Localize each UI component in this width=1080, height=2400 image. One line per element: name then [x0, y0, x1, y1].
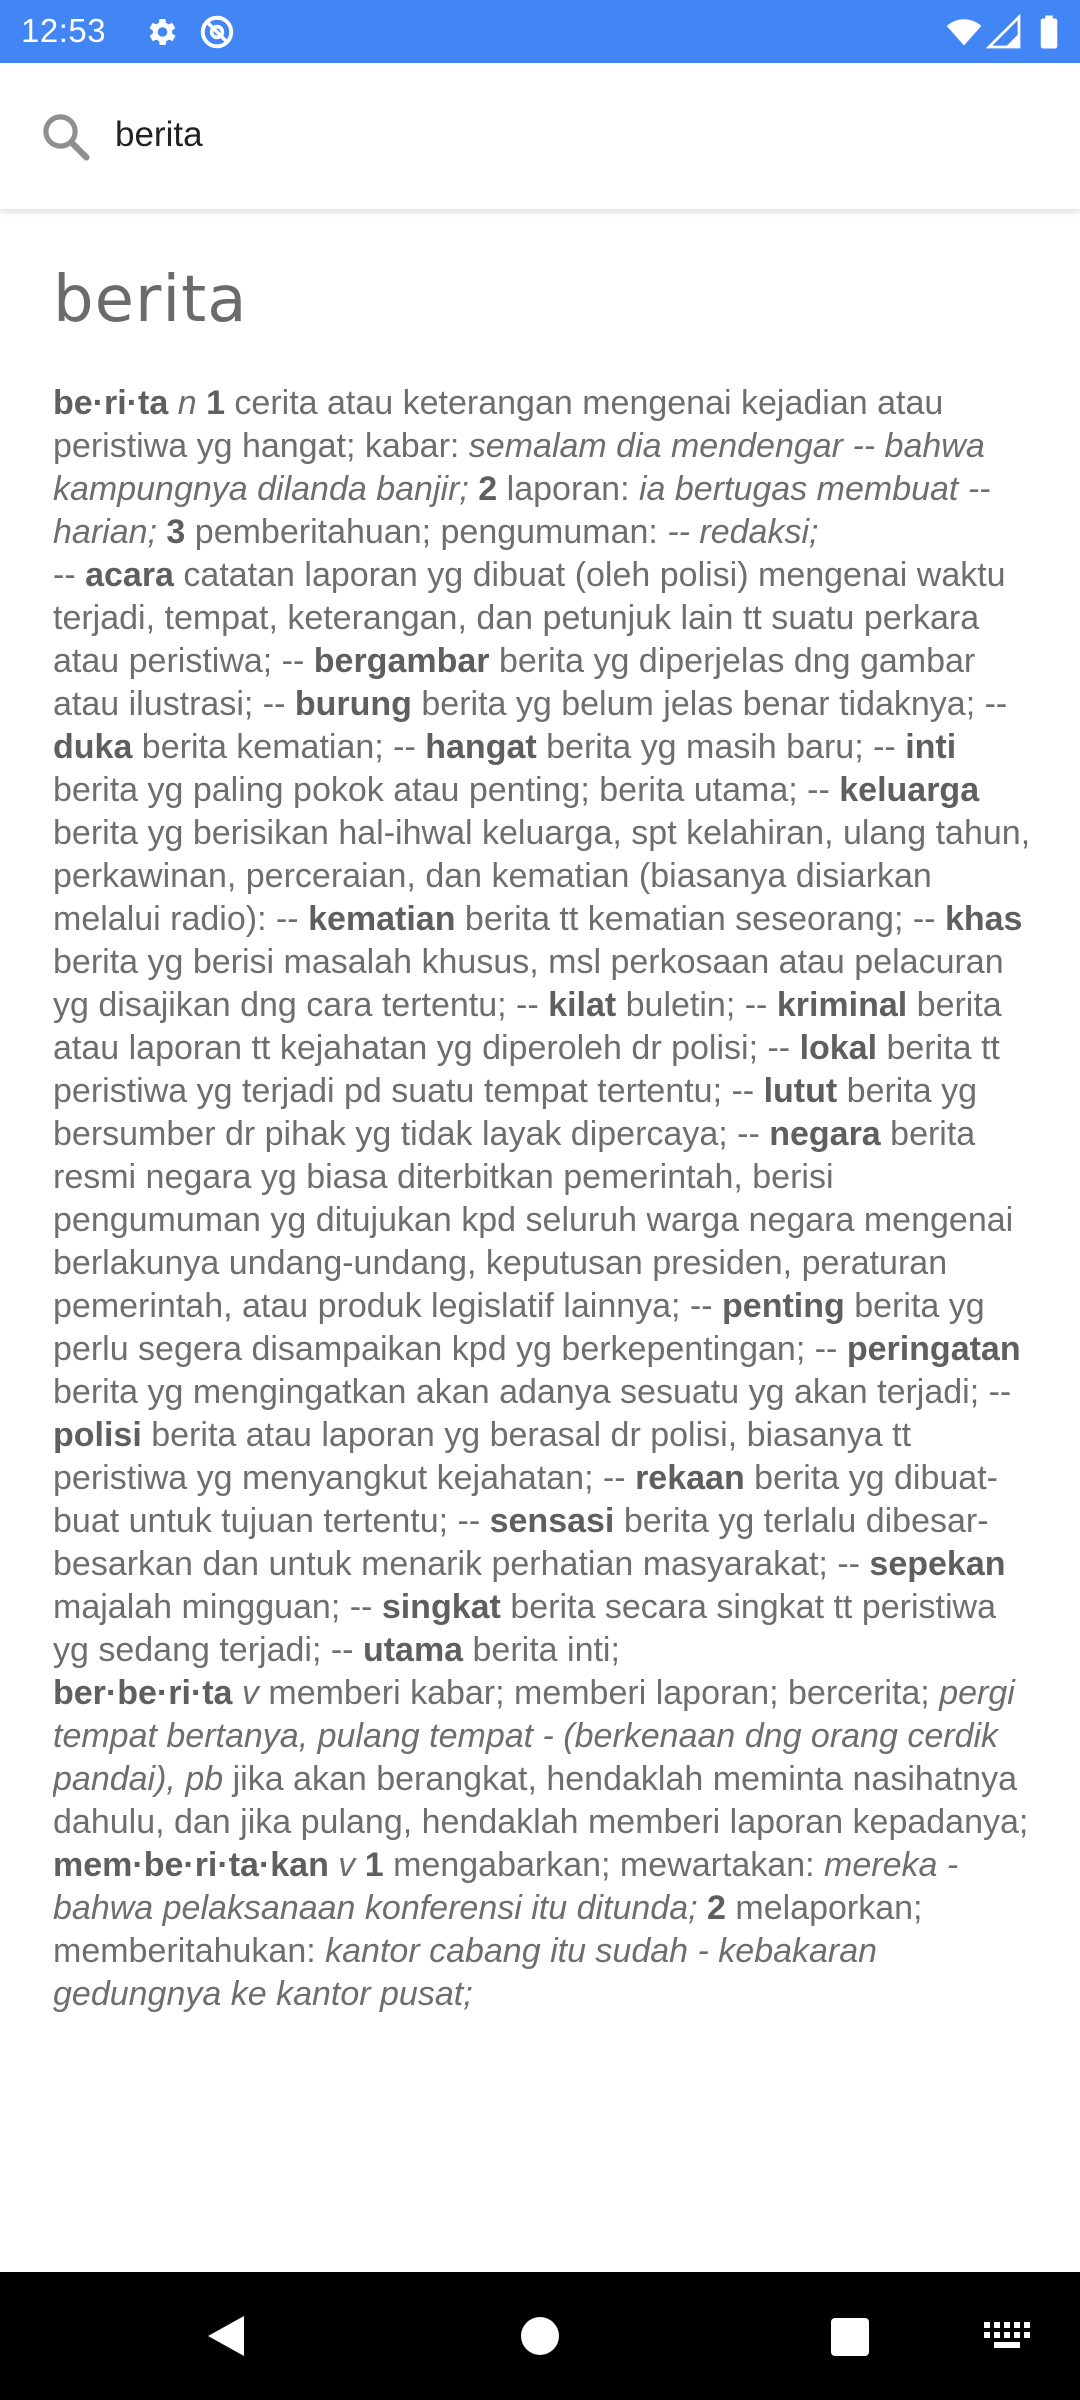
search-bar	[0, 63, 1080, 210]
search-icon[interactable]	[38, 109, 92, 163]
entry-title: berita	[53, 263, 248, 337]
back-icon[interactable]	[204, 2312, 248, 2360]
search-input[interactable]	[115, 107, 1015, 163]
definition-content[interactable]: berita be·ri·ta n 1 cerita atau keterang…	[0, 210, 1080, 2220]
home-icon[interactable]	[520, 2316, 560, 2356]
battery-icon	[1040, 15, 1058, 49]
status-bar: 12:53	[0, 0, 1080, 63]
recents-icon[interactable]	[830, 2317, 870, 2357]
keyboard-icon[interactable]	[984, 2322, 1032, 2350]
status-time: 12:53	[21, 12, 107, 49]
gear-icon	[149, 18, 176, 46]
navigation-bar	[0, 2272, 1080, 2400]
at-sign-icon	[200, 15, 234, 49]
wifi-icon	[946, 19, 982, 46]
signal-icon	[986, 14, 1021, 49]
definition-text: be·ri·ta n 1 cerita atau keterangan meng…	[53, 384, 1031, 2013]
